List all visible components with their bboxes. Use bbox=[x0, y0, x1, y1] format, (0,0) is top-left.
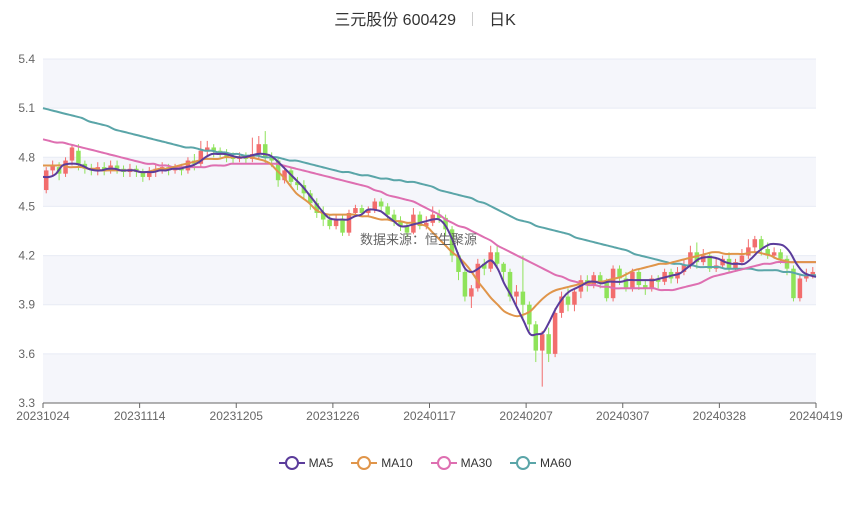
legend-label: MA10 bbox=[381, 456, 413, 470]
y-tick-label: 4.8 bbox=[18, 150, 35, 164]
y-tick-label: 4.5 bbox=[18, 199, 35, 213]
candle-body bbox=[372, 201, 378, 210]
candle-body bbox=[591, 275, 597, 286]
candlestick bbox=[417, 211, 423, 230]
x-tick-label: 20231226 bbox=[306, 409, 360, 423]
candlestick bbox=[430, 206, 435, 227]
data-source-watermark: 数据来源：恒生聚源 bbox=[360, 232, 478, 247]
legend-swatch bbox=[351, 456, 378, 470]
candlestick bbox=[752, 235, 758, 253]
candle-body bbox=[385, 206, 390, 215]
candle-body bbox=[76, 150, 81, 164]
x-tick-label: 20240419 bbox=[789, 409, 843, 423]
candle-body bbox=[501, 263, 506, 272]
candlestick bbox=[791, 265, 796, 302]
candlestick bbox=[340, 214, 345, 236]
y-tick-label: 5.4 bbox=[18, 52, 35, 66]
candle-body bbox=[797, 278, 803, 299]
candle-body bbox=[256, 144, 262, 155]
candlestick bbox=[527, 301, 532, 331]
legend-swatch bbox=[278, 456, 305, 470]
x-tick-label: 20231024 bbox=[16, 409, 70, 423]
grid-band bbox=[43, 59, 816, 109]
candle-body bbox=[494, 252, 500, 264]
candle-body bbox=[572, 291, 577, 305]
y-tick-label: 3.3 bbox=[18, 396, 35, 410]
x-tick-label: 20231114 bbox=[114, 409, 166, 423]
x-tick-label: 20240117 bbox=[403, 409, 456, 423]
candlestick bbox=[43, 167, 49, 194]
legend-label: MA30 bbox=[460, 456, 493, 470]
x-tick-label: 20240328 bbox=[693, 409, 747, 423]
y-tick-label: 4.2 bbox=[18, 249, 35, 263]
stock-name-code: 三元股份 600429 bbox=[334, 12, 457, 29]
legend-swatch bbox=[510, 456, 537, 470]
candle-body bbox=[340, 219, 345, 233]
legend-label: MA5 bbox=[308, 456, 334, 470]
candle-body bbox=[610, 268, 616, 299]
x-tick-label: 20231205 bbox=[210, 409, 264, 423]
candle-body bbox=[353, 208, 358, 213]
grid-band bbox=[43, 353, 816, 403]
legend-item-ma30[interactable]: MA30 bbox=[430, 456, 493, 470]
candle-body bbox=[43, 170, 49, 191]
candlestick bbox=[462, 268, 468, 302]
candle-body bbox=[469, 288, 474, 297]
candlestick bbox=[475, 258, 481, 292]
legend-item-ma5[interactable]: MA5 bbox=[278, 456, 334, 470]
candle-body bbox=[69, 147, 75, 161]
candlestick bbox=[572, 288, 577, 312]
candle-body bbox=[327, 219, 332, 227]
legend-swatch bbox=[430, 456, 457, 470]
candlestick bbox=[198, 140, 204, 168]
candlestick bbox=[333, 214, 339, 230]
candle-body bbox=[527, 304, 532, 325]
candle-body bbox=[514, 291, 519, 297]
x-tick-label: 20240307 bbox=[596, 409, 650, 423]
candle-body bbox=[739, 255, 745, 263]
title-divider bbox=[472, 12, 474, 26]
candle-body bbox=[546, 334, 551, 354]
candle-body bbox=[520, 291, 526, 305]
chart-legend: MA5 MA10 MA30 MA60 bbox=[0, 456, 850, 470]
candle-body bbox=[778, 252, 783, 259]
candle-body bbox=[539, 334, 545, 351]
y-tick-label: 3.9 bbox=[18, 298, 35, 312]
x-tick-label: 20240207 bbox=[499, 409, 553, 423]
legend-label: MA60 bbox=[540, 456, 572, 470]
candle-body bbox=[533, 324, 539, 351]
legend-item-ma60[interactable]: MA60 bbox=[510, 456, 571, 470]
candle-body bbox=[378, 201, 384, 207]
candle-body bbox=[552, 312, 558, 354]
period-label[interactable]: 日K bbox=[489, 12, 516, 29]
chart-title: 三元股份 600429 日K bbox=[0, 6, 850, 30]
candle-body bbox=[752, 239, 758, 248]
candle-body bbox=[462, 271, 468, 297]
candle-body bbox=[636, 271, 642, 286]
candle-body bbox=[565, 296, 571, 305]
candle-body bbox=[771, 252, 777, 256]
kline-chart: 3.3 3.6 3.9 4.2 4.5 4.8 5.1 5.4 20231024 20231114… bbox=[16, 52, 843, 423]
grid-band bbox=[43, 255, 816, 305]
y-tick-label: 3.6 bbox=[18, 347, 35, 361]
y-tick-label: 5.1 bbox=[18, 101, 35, 115]
candle-body bbox=[604, 281, 609, 299]
candlestick bbox=[610, 265, 616, 302]
legend-item-ma10[interactable]: MA10 bbox=[351, 456, 413, 470]
candle-body bbox=[346, 212, 352, 233]
candlestick bbox=[488, 245, 493, 272]
